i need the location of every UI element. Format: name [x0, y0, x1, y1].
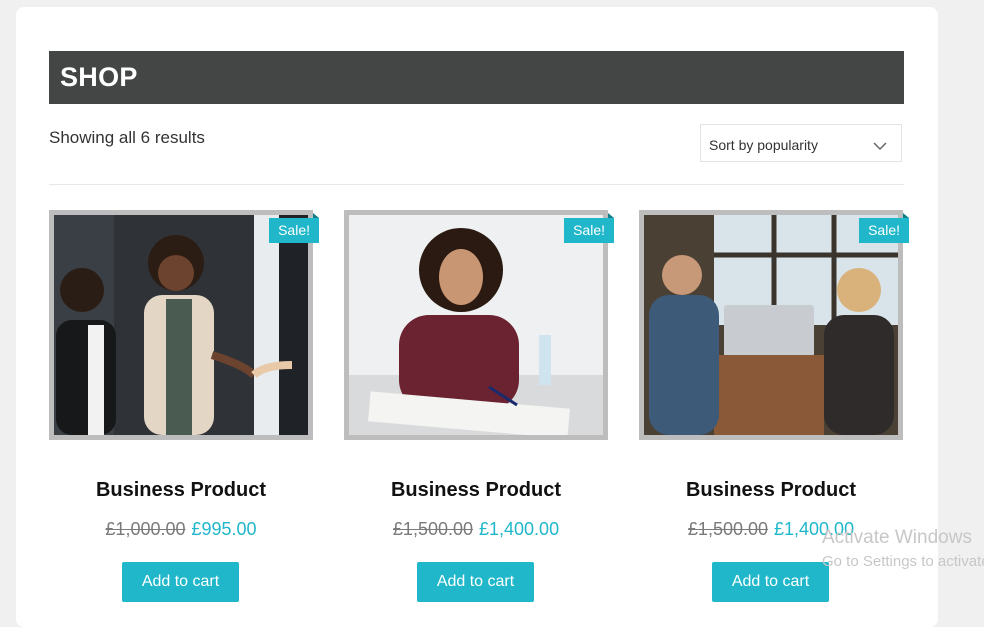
product-image-frame[interactable]: Sale! — [344, 210, 614, 440]
product-title[interactable]: Business Product — [49, 479, 313, 502]
old-price: £1,500.00 — [687, 519, 768, 539]
chevron-down-icon — [873, 138, 887, 156]
old-price: £1,000.00 — [105, 519, 186, 539]
product-title[interactable]: Business Product — [344, 479, 608, 502]
product-card: Sale! Business Product £1,000.00 £995.00 … — [49, 210, 319, 620]
divider — [49, 184, 904, 185]
product-image-frame[interactable]: Sale! — [49, 210, 319, 440]
sale-badge: Sale! — [859, 213, 909, 243]
page-title: SHOP — [60, 62, 138, 92]
add-to-cart-button[interactable]: Add to cart — [712, 562, 829, 602]
product-price: £1,000.00 £995.00 — [49, 519, 313, 540]
sort-select[interactable]: Sort by popularity — [700, 124, 902, 162]
sort-selected-value: Sort by popularity — [709, 137, 818, 153]
activation-watermark-title: Activate Windows — [822, 527, 972, 548]
shop-panel: SHOP Showing all 6 results Sort by popul… — [16, 7, 938, 627]
page-header: SHOP — [49, 51, 904, 104]
sale-badge: Sale! — [564, 213, 614, 243]
product-image[interactable] — [54, 215, 308, 435]
activation-watermark-subtitle: Go to Settings to activate — [822, 553, 984, 570]
sale-price: £995.00 — [191, 519, 257, 539]
product-image-frame[interactable]: Sale! — [639, 210, 909, 440]
old-price: £1,500.00 — [392, 519, 473, 539]
sale-badge: Sale! — [269, 213, 319, 243]
product-card: Sale! Business Product £1,500.00 £1,400.0… — [344, 210, 614, 620]
result-count: Showing all 6 results — [49, 128, 205, 147]
product-price: £1,500.00 £1,400.00 — [344, 519, 608, 540]
product-image[interactable] — [644, 215, 898, 435]
sale-price: £1,400.00 — [479, 519, 560, 539]
add-to-cart-button[interactable]: Add to cart — [122, 562, 239, 602]
add-to-cart-button[interactable]: Add to cart — [417, 562, 534, 602]
product-title[interactable]: Business Product — [639, 479, 903, 502]
product-image[interactable] — [349, 215, 603, 435]
